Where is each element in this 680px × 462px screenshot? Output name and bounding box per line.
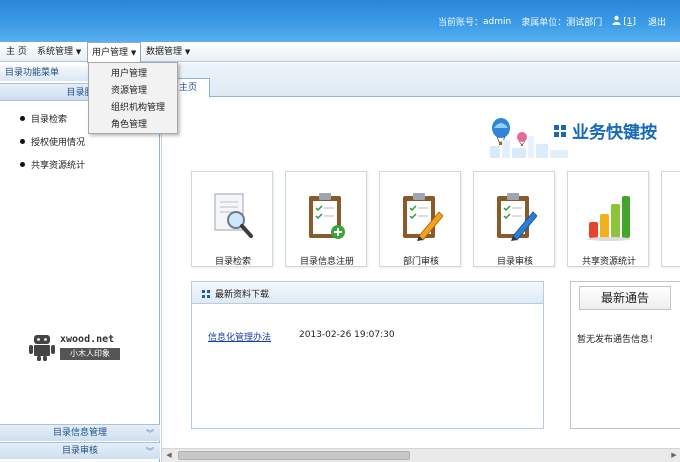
quick-link-catalog-registration[interactable]: 目录信息注册 xyxy=(285,171,367,267)
sidebar-item-shared-resource-stats[interactable]: 共享资源统计 xyxy=(20,158,85,171)
bar-chart-icon xyxy=(587,196,631,241)
menu-data-label: 数据管理 xyxy=(146,47,183,57)
menu-user-label: 用户管理 xyxy=(92,48,129,58)
panel-title: 最新资料下载 xyxy=(202,287,269,300)
tab-strip: 主页 xyxy=(162,63,680,98)
account-value: admin xyxy=(483,16,512,27)
dropdown-item-org-management[interactable]: 组织机构管理 xyxy=(111,100,165,116)
quick-link-department-review[interactable]: 部门审核 xyxy=(379,171,461,267)
accordion-catalog-info-management[interactable]: 目录信息管理 ︾ xyxy=(0,424,160,441)
sidebar-item-authorization-usage[interactable]: 授权使用情况 xyxy=(20,135,85,148)
dropdown-item-user-management[interactable]: 用户管理 xyxy=(111,66,147,82)
download-date: 2013-02-26 19:07:30 xyxy=(299,330,395,340)
quick-links: 目录检索 目录信息注册 部门审核 目录审核 共享资源统计 xyxy=(191,171,680,267)
accordion-catalog-review[interactable]: 目录审核 ︾ xyxy=(0,442,160,459)
list-item: 信息化管理办法 2013-02-26 19:07:30 xyxy=(208,330,395,343)
quick-link-label: 目录审核 xyxy=(496,257,533,267)
scroll-right-icon[interactable]: ▶ xyxy=(667,449,680,462)
quick-link-catalog-review[interactable]: 目录审核 xyxy=(473,171,555,267)
account-label: 当前账号： xyxy=(437,18,483,28)
dropdown-item-role-management[interactable]: 角色管理 xyxy=(111,117,147,133)
bullet-icon xyxy=(20,116,25,121)
sidebar-item-label: 授权使用情况 xyxy=(31,138,86,148)
watermark-logo: xwood.net 小木人印象 xyxy=(28,333,124,363)
accordion-label: 目录审核 xyxy=(61,446,98,456)
watermark-subtitle: 小木人印象 xyxy=(60,348,120,360)
menu-home-label: 主 页 xyxy=(6,47,27,57)
main-content: 主页 业务快键按 目录检索 目录信息注册 部门审核 目录审核 共享资源统计 最新… xyxy=(161,63,680,462)
notice-title: 最新通告 xyxy=(579,286,671,310)
grid-icon xyxy=(202,289,210,298)
menu-system-label: 系统管理 xyxy=(37,47,74,57)
quick-link-label: 目录信息注册 xyxy=(299,257,354,267)
download-link[interactable]: 信息化管理办法 xyxy=(208,330,271,343)
clipboard-add-icon xyxy=(309,193,345,239)
scroll-left-icon[interactable]: ◀ xyxy=(162,449,176,462)
menu-user-management[interactable]: 用户管理 ▼ xyxy=(87,42,142,63)
caret-down-icon: ▼ xyxy=(130,49,137,57)
quick-link-label: 目录检索 xyxy=(214,257,251,267)
quick-link-label: 共享资源统计 xyxy=(581,257,636,267)
quick-access-banner: 业务快键按 xyxy=(162,98,680,158)
logout-link[interactable]: 退出 xyxy=(648,15,666,28)
menu-home[interactable]: 主 页 xyxy=(2,42,31,62)
android-robot-icon xyxy=(29,335,55,361)
sidebar-item-catalog-search[interactable]: 目录检索 xyxy=(20,112,67,125)
double-chevron-icon: ︾ xyxy=(146,429,154,438)
user-icon[interactable] xyxy=(612,15,621,28)
sidebar-item-label: 目录检索 xyxy=(31,115,68,125)
clipboard-blue-pencil-icon xyxy=(497,193,537,241)
double-chevron-icon: ︾ xyxy=(146,447,154,456)
top-header: 当前账号： admin 隶属单位： 测试部门 [1] 退出 xyxy=(0,0,680,42)
watermark-text: xwood.net xyxy=(60,334,115,345)
menu-data-management[interactable]: 数据管理 ▼ xyxy=(142,42,194,62)
unit-value: 测试部门 xyxy=(566,18,603,28)
quick-link-shared-resource-stats[interactable]: 共享资源统计 xyxy=(567,171,649,267)
menu-system-management[interactable]: 系统管理 ▼ xyxy=(33,42,85,62)
quick-link-catalog-search[interactable]: 目录检索 xyxy=(191,171,273,267)
sidebar-item-label: 共享资源统计 xyxy=(31,161,86,171)
main-menubar: 主 页 系统管理 ▼ 用户管理 ▼ 数据管理 ▼ xyxy=(0,42,680,63)
banner-title: 业务快键按 xyxy=(554,118,657,143)
clipboard-pencil-icon xyxy=(403,193,443,241)
banner-title-text: 业务快键按 xyxy=(572,123,657,143)
magnifier-document-icon xyxy=(214,193,253,238)
notice-panel: 最新通告 暂无发布通告信息！ xyxy=(570,281,680,429)
dropdown-item-resource-management[interactable]: 资源管理 xyxy=(111,83,147,99)
account-info: 当前账号： admin 隶属单位： 测试部门 [1] 退出 xyxy=(438,15,666,28)
message-count-link[interactable]: [1] xyxy=(623,17,636,27)
scrollbar-thumb[interactable] xyxy=(178,451,410,460)
latest-downloads-panel: 最新资料下载 信息化管理办法 2013-02-26 19:07:30 xyxy=(191,281,544,429)
horizontal-scrollbar[interactable]: ◀ ▶ xyxy=(162,448,680,462)
grid-icon xyxy=(554,124,566,137)
caret-down-icon: ▼ xyxy=(75,48,82,56)
user-management-dropdown: 用户管理 资源管理 组织机构管理 角色管理 xyxy=(88,62,178,134)
accordion-label: 目录信息管理 xyxy=(52,428,107,438)
bullet-icon xyxy=(20,162,25,167)
panel-title-text: 最新资料下载 xyxy=(215,290,270,300)
notice-body: 暂无发布通告信息！ xyxy=(577,335,659,345)
caret-down-icon: ▼ xyxy=(184,48,191,56)
quick-link-partial[interactable] xyxy=(661,171,680,267)
bullet-icon xyxy=(20,139,25,144)
panel-header: 最新资料下载 xyxy=(192,282,543,304)
unit-label: 隶属单位： xyxy=(521,18,567,28)
quick-link-label: 部门审核 xyxy=(402,257,439,267)
